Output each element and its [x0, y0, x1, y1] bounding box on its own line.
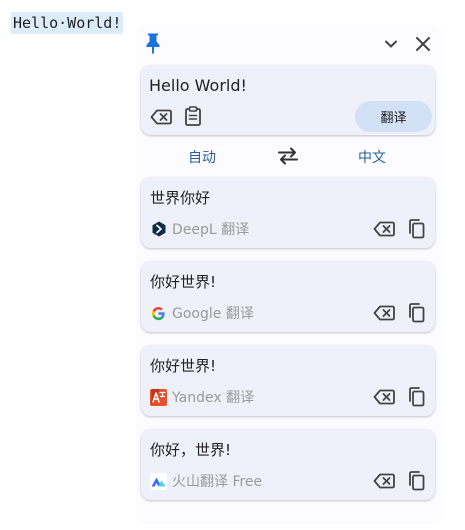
clear-result-button[interactable]	[372, 386, 396, 408]
result-card-deepl: 世界你好 DeepL 翻译	[141, 177, 435, 248]
selected-text: Hello·World!	[11, 12, 124, 34]
close-button[interactable]	[412, 33, 434, 55]
language-selector: 自动 中文	[136, 141, 442, 171]
result-text: 世界你好	[150, 189, 211, 207]
service-name: DeepL 翻译	[172, 222, 250, 238]
backspace-icon	[373, 305, 395, 321]
clear-result-button[interactable]	[372, 470, 396, 492]
translation-popup: 翻译 自动 中文 世界你好 DeepL 翻译	[136, 24, 442, 524]
service-label[interactable]: Google 翻译	[150, 304, 254, 322]
paste-button[interactable]	[182, 104, 204, 128]
service-label[interactable]: DeepL 翻译	[150, 220, 249, 238]
copy-icon	[407, 303, 425, 323]
result-text: 你好世界!	[150, 357, 217, 375]
backspace-icon	[150, 109, 172, 125]
google-logo-icon	[150, 305, 167, 322]
clear-result-button[interactable]	[372, 218, 396, 240]
collapse-button[interactable]	[380, 33, 402, 55]
service-name: Google 翻译	[172, 306, 254, 322]
deepl-logo-icon	[150, 221, 167, 238]
service-name: 火山翻译 Free	[172, 474, 263, 490]
copy-icon	[407, 219, 425, 239]
target-language-select[interactable]: 中文	[358, 147, 386, 167]
service-name: Yandex 翻译	[172, 390, 255, 406]
pin-button[interactable]	[142, 31, 164, 55]
result-text: 你好世界!	[150, 273, 217, 291]
translate-button[interactable]: 翻译	[355, 101, 432, 132]
yandex-logo-icon	[150, 388, 167, 406]
result-text: 你好，世界!	[150, 441, 232, 459]
close-icon	[415, 36, 431, 52]
copy-icon	[407, 471, 425, 491]
pin-icon	[144, 32, 162, 54]
result-card-volcengine: 你好，世界! 火山翻译 Free	[141, 429, 435, 500]
source-language-select[interactable]: 自动	[188, 147, 216, 167]
copy-button[interactable]	[405, 217, 427, 241]
clear-source-button[interactable]	[149, 105, 173, 129]
chevron-down-icon	[383, 36, 399, 52]
source-text-input[interactable]	[149, 76, 419, 95]
backspace-icon	[373, 389, 395, 405]
service-label[interactable]: Yandex 翻译	[150, 388, 254, 406]
result-card-google: 你好世界! Google 翻译	[141, 261, 435, 332]
copy-icon	[407, 387, 425, 407]
result-card-yandex: 你好世界! Yandex 翻译	[141, 345, 435, 416]
volcengine-logo-icon	[150, 472, 167, 490]
copy-button[interactable]	[405, 469, 427, 493]
clear-result-button[interactable]	[372, 302, 396, 324]
backspace-icon	[373, 221, 395, 237]
service-label[interactable]: 火山翻译 Free	[150, 472, 262, 490]
swap-languages-button[interactable]	[276, 145, 300, 167]
swap-icon	[277, 147, 299, 165]
copy-button[interactable]	[405, 385, 427, 409]
source-text-card: 翻译	[141, 65, 435, 135]
backspace-icon	[373, 473, 395, 489]
clipboard-icon	[184, 106, 202, 126]
copy-button[interactable]	[405, 301, 427, 325]
